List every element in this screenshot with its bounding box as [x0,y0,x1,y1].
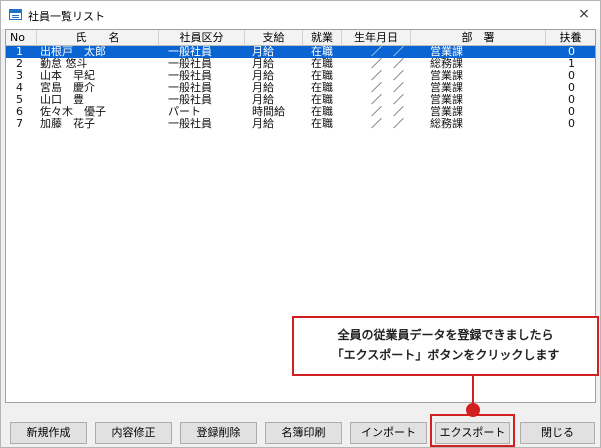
cell-kubun: 一般社員 [168,82,212,94]
cell-shikyu: 月給 [252,118,274,130]
instruction-callout: 全員の従業員データを登録できましたら 「エクスポート」ボタンをクリックします [292,316,599,376]
cell-no: 3 [16,70,23,82]
cell-shugyo: 在職 [311,82,333,94]
cell-shikyu: 月給 [252,58,274,70]
cell-shikyu: 月給 [252,46,274,58]
cell-shugyo: 在職 [311,58,333,70]
cell-birth: ／ ／ [371,58,404,70]
cell-birth: ／ ／ [371,70,404,82]
window-title: 社員一覧リスト [28,10,105,23]
export-button[interactable]: エクスポート [435,422,510,444]
print-roster-button[interactable]: 名簿印刷 [265,422,342,444]
cell-birth: ／ ／ [371,82,404,94]
table-row[interactable]: 3 山本 早紀 一般社員 月給 在職 ／ ／ 営業課 0 [6,70,595,82]
callout-line-1: 全員の従業員データを登録できましたら [337,328,554,342]
app-window-icon [9,9,22,20]
cell-busho: 営業課 [430,106,463,118]
cell-no: 2 [16,58,23,70]
cell-no: 4 [16,82,23,94]
title-bar: 社員一覧リスト × [1,1,600,29]
cell-kubun: 一般社員 [168,118,212,130]
table-header: No 氏 名 社員区分 支給 就業 生年月日 部 署 扶養 [6,30,595,46]
cell-busho: 総務課 [430,58,463,70]
cell-shikyu: 月給 [252,70,274,82]
cell-busho: 総務課 [430,118,463,130]
cell-fuyo: 1 [568,58,575,70]
cell-busho: 営業課 [430,94,463,106]
delete-entry-button[interactable]: 登録削除 [180,422,257,444]
cell-name: 宮島 慶介 [40,82,95,94]
edit-entry-button[interactable]: 内容修正 [95,422,172,444]
cell-shikyu: 月給 [252,94,274,106]
cell-kubun: 一般社員 [168,58,212,70]
new-entry-button[interactable]: 新規作成 [10,422,87,444]
header-fuyo[interactable]: 扶養 [546,30,595,46]
cell-birth: ／ ／ [371,46,404,58]
cell-birth: ／ ／ [371,106,404,118]
callout-line-2: 「エクスポート」ボタンをクリックします [331,348,560,362]
table-row[interactable]: 7 加藤 花子 一般社員 月給 在職 ／ ／ 総務課 0 [6,118,595,130]
cell-kubun: 一般社員 [168,94,212,106]
cell-name: 山本 早紀 [40,70,95,82]
cell-fuyo: 0 [568,94,575,106]
cell-shugyo: 在職 [311,46,333,58]
table-row[interactable]: 4 宮島 慶介 一般社員 月給 在職 ／ ／ 営業課 0 [6,82,595,94]
cell-shikyu: 時間給 [252,106,285,118]
table-row[interactable]: 2 勤怠 悠斗 一般社員 月給 在職 ／ ／ 総務課 1 [6,58,595,70]
cell-name: 勤怠 悠斗 [40,58,88,70]
cell-shugyo: 在職 [311,70,333,82]
table-row[interactable]: 1 出根戸 太郎 一般社員 月給 在職 ／ ／ 営業課 0 [6,46,595,58]
table-row[interactable]: 5 山口 豊 一般社員 月給 在職 ／ ／ 営業課 0 [6,94,595,106]
cell-birth: ／ ／ [371,94,404,106]
cell-shugyo: 在職 [311,94,333,106]
cell-fuyo: 0 [568,118,575,130]
header-shikyu[interactable]: 支給 [245,30,303,46]
import-button[interactable]: インポート [350,422,427,444]
cell-busho: 営業課 [430,46,463,58]
cell-kubun: 一般社員 [168,70,212,82]
cell-busho: 営業課 [430,82,463,94]
header-kubun[interactable]: 社員区分 [159,30,245,46]
cell-no: 1 [16,46,23,58]
cell-no: 6 [16,106,23,118]
cell-no: 7 [16,118,23,130]
cell-no: 5 [16,94,23,106]
cell-shikyu: 月給 [252,82,274,94]
header-busho[interactable]: 部 署 [411,30,546,46]
cell-busho: 営業課 [430,70,463,82]
header-no[interactable]: No [6,30,37,46]
cell-name: 佐々木 優子 [40,106,106,118]
close-button[interactable]: 閉じる [520,422,595,444]
cell-birth: ／ ／ [371,118,404,130]
cell-fuyo: 0 [568,82,575,94]
cell-shugyo: 在職 [311,106,333,118]
cell-shugyo: 在職 [311,118,333,130]
cell-name: 出根戸 太郎 [40,46,106,58]
cell-kubun: パート [168,106,201,118]
header-shugyo[interactable]: 就業 [303,30,342,46]
header-name[interactable]: 氏 名 [37,30,159,46]
table-row[interactable]: 6 佐々木 優子 パート 時間給 在職 ／ ／ 営業課 0 [6,106,595,118]
cell-name: 加藤 花子 [40,118,95,130]
cell-fuyo: 0 [568,106,575,118]
employee-list-window: 社員一覧リスト × No 氏 名 社員区分 支給 就業 生年月日 部 署 扶養 … [0,0,601,448]
cell-fuyo: 0 [568,70,575,82]
header-birth[interactable]: 生年月日 [342,30,411,46]
cell-kubun: 一般社員 [168,46,212,58]
cell-name: 山口 豊 [40,94,84,106]
cell-fuyo: 0 [568,46,575,58]
close-icon[interactable]: × [574,4,594,24]
